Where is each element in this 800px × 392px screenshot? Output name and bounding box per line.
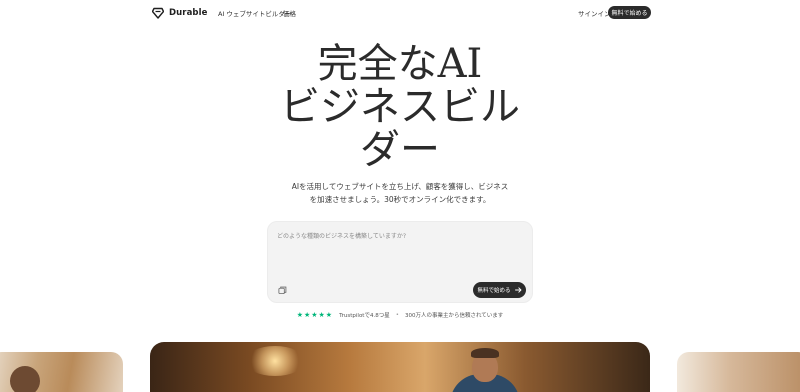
star-icon: ★★★★★ [296, 311, 334, 319]
brand-name: Durable [169, 8, 208, 18]
diamond-logo-icon [152, 7, 164, 19]
lamp-glow [245, 346, 305, 376]
hero-title: 完全なAI ビジネスビル ダー [0, 43, 800, 172]
nav-get-started-button[interactable]: 無料で始める [608, 6, 651, 19]
arrow-right-icon [514, 287, 521, 293]
person-hair [471, 348, 499, 358]
business-prompt-box: 無料で始める [267, 221, 533, 303]
brand-logo[interactable]: Durable [152, 6, 208, 20]
hero-subtitle: AIを活用してウェブサイトを立ち上げ、顧客を獲得し、ビジネスを加速させましょう。… [291, 182, 509, 204]
hero-title-line-3: ダー [360, 127, 440, 173]
nav-link-pricing[interactable]: 価格 [283, 8, 296, 18]
user-count-text: 300万人の事業主から信頼されています [404, 313, 504, 319]
trust-row: ★★★★★ Trustpilotで4.8つ星 • 300万人の事業主から信頼され… [0, 311, 800, 319]
showcase-image-center [150, 342, 650, 392]
separator-dot: • [395, 312, 399, 318]
showcase-image-right [677, 352, 800, 392]
nav-link-ai-website-builder[interactable]: AI ウェブサイトビルダー [218, 8, 291, 18]
showcase-image-left [0, 352, 123, 392]
trustpilot-rating: Trustpilotで4.8つ星 [339, 313, 390, 319]
prompt-cta-label: 無料で始める [477, 288, 511, 294]
business-description-input[interactable] [277, 231, 523, 271]
attach-icon[interactable] [278, 286, 287, 295]
prompt-get-started-button[interactable]: 無料で始める [473, 282, 526, 298]
top-nav: Durable AI ウェブサイトビルダー 価格 サインイン 無料で始める [0, 0, 800, 26]
signin-link[interactable]: サインイン [578, 8, 611, 18]
person-silhouette [10, 366, 40, 392]
hero-title-line-2: ビジネスビル [280, 84, 520, 130]
hero-title-line-1: 完全なAI [317, 41, 483, 87]
